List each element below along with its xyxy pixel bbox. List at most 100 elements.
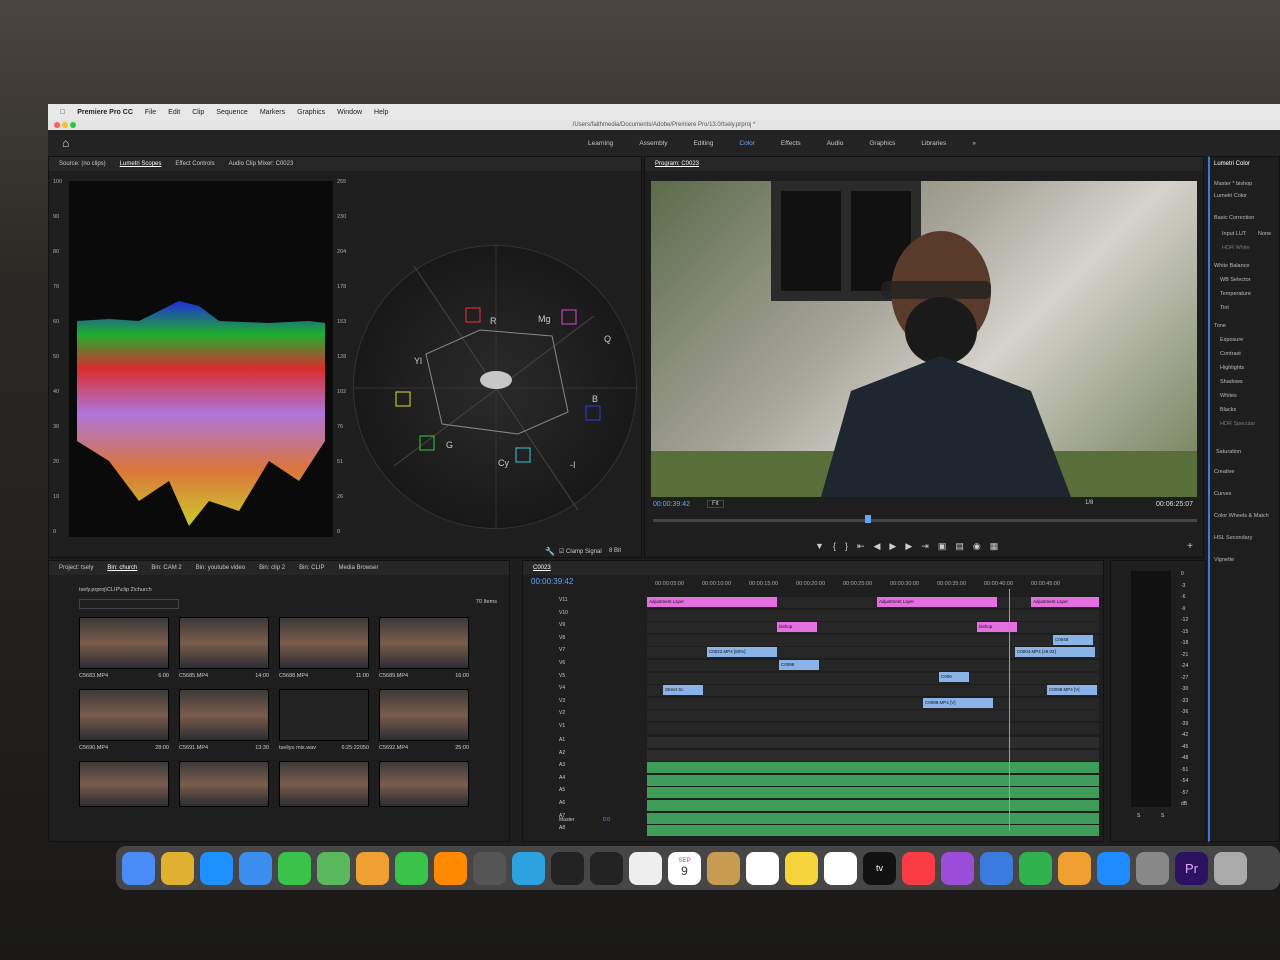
timeline-clip[interactable]: Street Sc <box>663 685 703 695</box>
clamp-signal-checkbox[interactable]: ☑ Clamp Signal <box>559 548 602 555</box>
dock-app-vlc[interactable] <box>434 851 467 885</box>
bin-clip-thumbnail[interactable] <box>279 689 369 741</box>
tab-media-browser[interactable]: Media Browser <box>338 565 378 571</box>
dock-app-facetime[interactable] <box>395 851 428 885</box>
dock-app-migration[interactable] <box>473 851 506 885</box>
lumetri-title[interactable]: Lumetri Color <box>1214 161 1250 167</box>
go-to-out-icon[interactable]: ⇥ <box>921 541 938 551</box>
bin-clip-thumbnail[interactable] <box>279 761 369 807</box>
video-track-lane[interactable] <box>647 634 1099 646</box>
menu-app-name[interactable]: Premiere Pro CC <box>77 109 133 116</box>
video-track-header[interactable]: V10 <box>559 610 568 616</box>
zoom-window-button[interactable] <box>70 122 76 128</box>
dock-app-keynote[interactable] <box>980 851 1013 885</box>
audio-track-lane[interactable] <box>647 825 1099 837</box>
menu-help[interactable]: Help <box>374 109 388 116</box>
dock-app-reminders[interactable] <box>746 851 779 885</box>
timeline-clip[interactable]: bishop <box>777 622 817 632</box>
tab-bin-cam2[interactable]: Bin: CAM 2 <box>151 565 181 571</box>
timeline-clip[interactable]: C0048 <box>1053 635 1093 645</box>
step-forward-icon[interactable]: ▶ <box>905 541 921 551</box>
workspace-editing[interactable]: Editing <box>694 140 714 147</box>
go-to-in-icon[interactable]: ⇤ <box>857 541 874 551</box>
audio-track-lane[interactable] <box>647 762 1099 774</box>
wrench-icon[interactable]: 🔧 <box>545 547 555 556</box>
timeline-clip[interactable]: C0098.MP4 [V] <box>1047 685 1097 695</box>
dock-app-contacts[interactable] <box>707 851 740 885</box>
dock-app-pages[interactable] <box>1058 851 1091 885</box>
audio-track-header[interactable]: A2 <box>559 750 565 756</box>
video-track-lane[interactable] <box>647 660 1099 671</box>
audio-track-header[interactable]: A5 <box>559 787 565 793</box>
mark-out-icon[interactable]: } <box>845 541 857 551</box>
marker-icon[interactable]: ▼ <box>815 541 833 551</box>
tab-lumetri-scopes[interactable]: Lumetri Scopes <box>120 161 162 167</box>
audio-track-lane[interactable] <box>647 787 1099 799</box>
video-track-lane[interactable] <box>647 697 1099 709</box>
hsl-secondary-section[interactable]: HSL Secondary <box>1214 535 1252 541</box>
step-back-icon[interactable]: ◀ <box>874 541 890 551</box>
bin-clip-thumbnail[interactable] <box>179 689 269 741</box>
tab-bin-clip2[interactable]: Bin: clip 2 <box>259 565 285 571</box>
audio-track-header[interactable]: A1 <box>559 737 565 743</box>
dock-app-messages[interactable] <box>278 851 311 885</box>
audio-track-lane[interactable] <box>647 737 1099 748</box>
dock-app-app-store[interactable] <box>1097 851 1130 885</box>
master-volume-value[interactable]: 0.0 <box>603 817 610 823</box>
bin-clip-thumbnail[interactable] <box>79 761 169 807</box>
video-track-header[interactable]: V1 <box>559 723 565 729</box>
dock-app-tv[interactable]: tv <box>863 851 896 885</box>
bin-clip-thumbnail[interactable] <box>179 761 269 807</box>
playback-resolution-select[interactable]: 1/8 <box>1085 500 1093 506</box>
program-scrub-bar[interactable] <box>653 519 1197 522</box>
workspace-effects[interactable]: Effects <box>781 140 801 147</box>
dock-app-podcasts[interactable] <box>941 851 974 885</box>
home-icon[interactable]: ⌂ <box>62 136 69 150</box>
audio-track-lane[interactable] <box>647 812 1099 824</box>
dock-app-maps[interactable] <box>317 851 350 885</box>
dock-app-freeform[interactable] <box>824 851 857 885</box>
video-track-header[interactable]: V8 <box>559 635 565 641</box>
lift-icon[interactable]: ▣ <box>938 541 956 551</box>
dock-app-mail[interactable] <box>239 851 272 885</box>
vignette-section[interactable]: Vignette <box>1214 557 1234 563</box>
camera-icon[interactable]: ◉ <box>973 541 990 551</box>
timeline-playhead[interactable] <box>1009 589 1010 831</box>
menu-edit[interactable]: Edit <box>168 109 180 116</box>
video-track-header[interactable]: V11 <box>559 597 568 603</box>
bin-clip-thumbnail[interactable] <box>379 617 469 669</box>
bin-clip-thumbnail[interactable] <box>379 761 469 807</box>
video-track-header[interactable]: V2 <box>559 710 565 716</box>
solo-left-button[interactable]: S <box>1137 813 1140 819</box>
timeline-ruler[interactable]: 00:00:05:00 00:00:10:00 00:00:15:00 00:00:2… <box>647 579 1097 591</box>
input-lut-select[interactable]: None <box>1258 231 1271 237</box>
tone-header[interactable]: Tone <box>1214 323 1226 329</box>
workspace-libraries[interactable]: Libraries <box>921 140 946 147</box>
tab-source[interactable]: Source: (no clips) <box>59 161 106 167</box>
dock-app-chrome[interactable] <box>629 851 662 885</box>
timeline-clip[interactable]: C0022.MP4 [60%] <box>707 647 777 657</box>
white-balance-header[interactable]: White Balance <box>1214 263 1249 269</box>
timeline-timecode[interactable]: 00:00:39:42 <box>531 577 573 586</box>
workspace-learning[interactable]: Learning <box>588 140 613 147</box>
menu-markers[interactable]: Markers <box>260 109 285 116</box>
tab-effect-controls[interactable]: Effect Controls <box>175 161 214 167</box>
video-track-lane[interactable] <box>647 622 1099 634</box>
zoom-fit-select[interactable]: Fit <box>707 500 724 508</box>
playhead-marker[interactable] <box>865 515 871 523</box>
video-track-header[interactable]: V4 <box>559 685 565 691</box>
mark-in-icon[interactable]: { <box>833 541 845 551</box>
video-track-lane[interactable] <box>647 723 1099 734</box>
timeline-clip[interactable]: C0098 <box>779 660 819 670</box>
workspace-graphics[interactable]: Graphics <box>869 140 895 147</box>
curves-section[interactable]: Curves <box>1214 491 1231 497</box>
video-track-header[interactable]: V9 <box>559 622 565 628</box>
tab-bin-youtube[interactable]: Bin: youtube video <box>196 565 245 571</box>
basic-correction-header[interactable]: Basic Correction <box>1214 215 1254 221</box>
dock-app-telegram[interactable] <box>512 851 545 885</box>
dock-app-finder[interactable] <box>122 851 155 885</box>
bin-clip-thumbnail[interactable] <box>279 617 369 669</box>
menu-clip[interactable]: Clip <box>192 109 204 116</box>
lumetri-master-select[interactable]: Master * bishop <box>1214 181 1252 187</box>
audio-track-header[interactable]: A3 <box>559 762 565 768</box>
